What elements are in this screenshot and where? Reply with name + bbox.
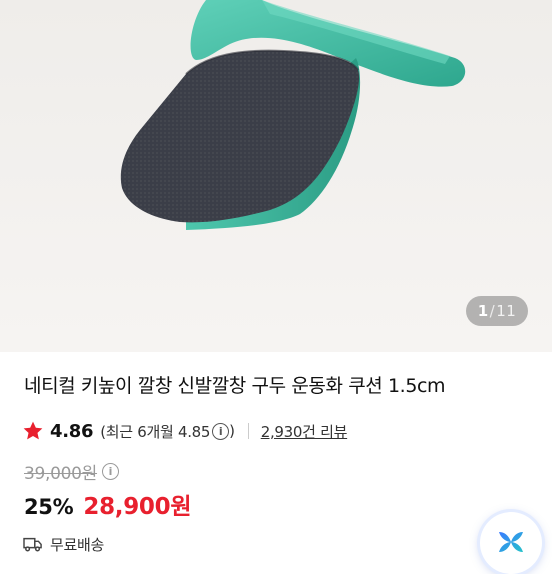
insole-photo xyxy=(0,0,552,352)
recent-rating-close: ) xyxy=(229,422,235,440)
discount-rate: 25% xyxy=(24,495,74,519)
rating-value: 4.86 xyxy=(50,420,94,442)
recent-rating: (최근 6개월 4.85 i ) xyxy=(100,421,235,442)
recent-rating-text: (최근 6개월 4.85 xyxy=(100,422,211,441)
original-price-row: 39,000원 i xyxy=(24,459,120,484)
star-icon xyxy=(23,421,43,440)
sale-price-row: 25% 28,900원 xyxy=(24,487,192,521)
truck-icon xyxy=(23,537,42,552)
divider xyxy=(247,423,249,439)
product-image[interactable]: 1/11 xyxy=(0,0,552,352)
counter-separator: / xyxy=(489,302,496,320)
image-page-counter: 1/11 xyxy=(466,296,528,326)
price-info-icon[interactable]: i xyxy=(102,462,120,480)
info-icon[interactable]: i xyxy=(212,422,230,440)
review-count-link[interactable]: 2,930건 리뷰 xyxy=(261,421,348,442)
free-shipping-label: 무료배송 xyxy=(50,535,105,554)
ai-assistant-button[interactable] xyxy=(480,512,542,574)
rating-row: 4.86 (최근 6개월 4.85 i ) 2,930건 리뷰 xyxy=(22,417,347,445)
sale-price: 28,900원 xyxy=(83,494,192,520)
product-title: 네티컬 키높이 깔창 신발깔창 구두 운동화 쿠션 1.5cm xyxy=(24,375,446,397)
original-price: 39,000원 xyxy=(24,463,98,484)
ai-assistant-icon xyxy=(499,532,523,552)
current-image-number: 1 xyxy=(477,302,489,320)
total-image-count: 11 xyxy=(496,302,517,320)
